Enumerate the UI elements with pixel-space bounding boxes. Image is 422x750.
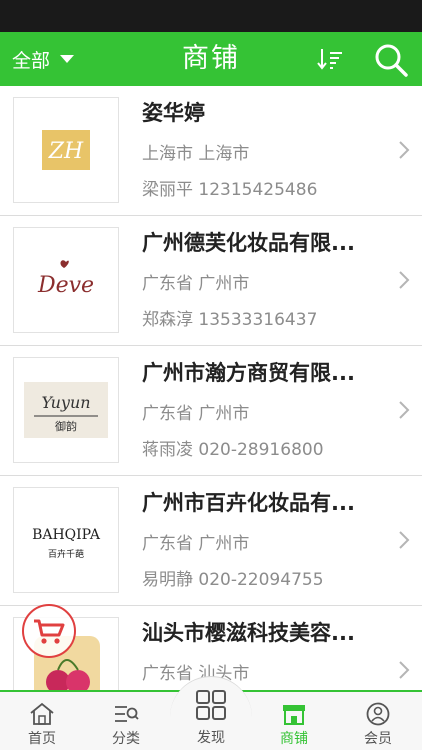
search-icon[interactable] [373, 42, 409, 78]
svg-text:百卉千葩: 百卉千葩 [48, 548, 84, 560]
deve-logo-icon: Deve [37, 260, 94, 298]
filter-dropdown[interactable]: 全部 [12, 32, 75, 86]
tab-member[interactable]: 会员 [336, 692, 420, 750]
shop-logo: Deve [13, 227, 119, 333]
chevron-right-icon [399, 141, 410, 159]
shop-region: 广东省 广州市 [142, 404, 250, 424]
shop-list: ZH 姿华婷 上海市 上海市 梁丽平 12315425486 Deve 广州德芙… [0, 86, 422, 690]
cart-button[interactable] [22, 604, 76, 658]
cart-icon [34, 619, 65, 644]
top-bar: 全部 商铺 [0, 32, 422, 86]
shop-contact: 蒋雨凌 020-28916800 [142, 440, 324, 460]
tab-shop[interactable]: 商铺 [252, 692, 336, 750]
chevron-right-icon [399, 271, 410, 289]
shop-name: 汕头市樱滋科技美容... [142, 621, 355, 645]
member-icon [366, 702, 390, 726]
svg-text:御韵: 御韵 [55, 419, 77, 433]
tab-discover-label: 发现 [197, 730, 225, 746]
zh-logo-icon: ZH [42, 130, 90, 170]
svg-text:BAHQIPA: BAHQIPA [32, 527, 101, 543]
shop-logo: Yuyun 御韵 [13, 357, 119, 463]
shop-contact: 易明静 020-22094755 [142, 570, 324, 590]
tab-discover[interactable]: 发现 [170, 676, 252, 750]
chevron-right-icon [399, 531, 410, 549]
shop-region: 广东省 广州市 [142, 274, 250, 294]
shop-logo: ZH [13, 97, 119, 203]
shop-contact: 郑森淳 13533316437 [142, 310, 318, 330]
tab-home-label: 首页 [28, 731, 56, 747]
shop-contact: 梁丽平 12315425486 [142, 180, 318, 200]
filter-label: 全部 [12, 49, 51, 72]
tab-member-label: 会员 [364, 731, 392, 747]
bahqipa-logo-icon: BAHQIPA 百卉千葩 [32, 527, 101, 560]
tab-shop-label: 商铺 [280, 731, 308, 747]
tab-category-label: 分类 [112, 731, 140, 747]
shop-name: 广州德芙化妆品有限... [142, 231, 355, 255]
shop-region: 广东省 广州市 [142, 534, 250, 554]
svg-text:ZH: ZH [48, 139, 84, 164]
shop-name: 广州市百卉化妆品有... [142, 491, 355, 515]
shop-name: 姿华婷 [142, 101, 205, 125]
chevron-right-icon [399, 661, 410, 679]
shop-region: 上海市 上海市 [142, 144, 250, 164]
shop-logo: BAHQIPA 百卉千葩 [13, 487, 119, 593]
shop-item[interactable]: Yuyun 御韵 广州市瀚方商贸有限... 广东省 广州市 蒋雨凌 020-28… [0, 346, 422, 476]
shop-item[interactable]: BAHQIPA 百卉千葩 广州市百卉化妆品有... 广东省 广州市 易明静 02… [0, 476, 422, 606]
yuyun-logo-icon: Yuyun 御韵 [24, 382, 108, 438]
shop-item[interactable]: ZH 姿华婷 上海市 上海市 梁丽平 12315425486 [0, 86, 422, 216]
discover-icon [196, 690, 226, 720]
svg-text:Deve: Deve [37, 273, 94, 298]
status-bar [0, 0, 422, 32]
chevron-right-icon [399, 401, 410, 419]
sort-icon[interactable] [316, 46, 344, 72]
home-icon [30, 702, 54, 725]
svg-text:Yuyun: Yuyun [41, 393, 90, 412]
category-icon [115, 706, 139, 722]
caret-down-icon [60, 55, 75, 63]
tab-home[interactable]: 首页 [0, 692, 84, 750]
shop-name: 广州市瀚方商贸有限... [142, 361, 355, 385]
shop-icon [283, 705, 305, 725]
tab-category[interactable]: 分类 [84, 692, 168, 750]
shop-item[interactable]: Deve 广州德芙化妆品有限... 广东省 广州市 郑森淳 1353331643… [0, 216, 422, 346]
